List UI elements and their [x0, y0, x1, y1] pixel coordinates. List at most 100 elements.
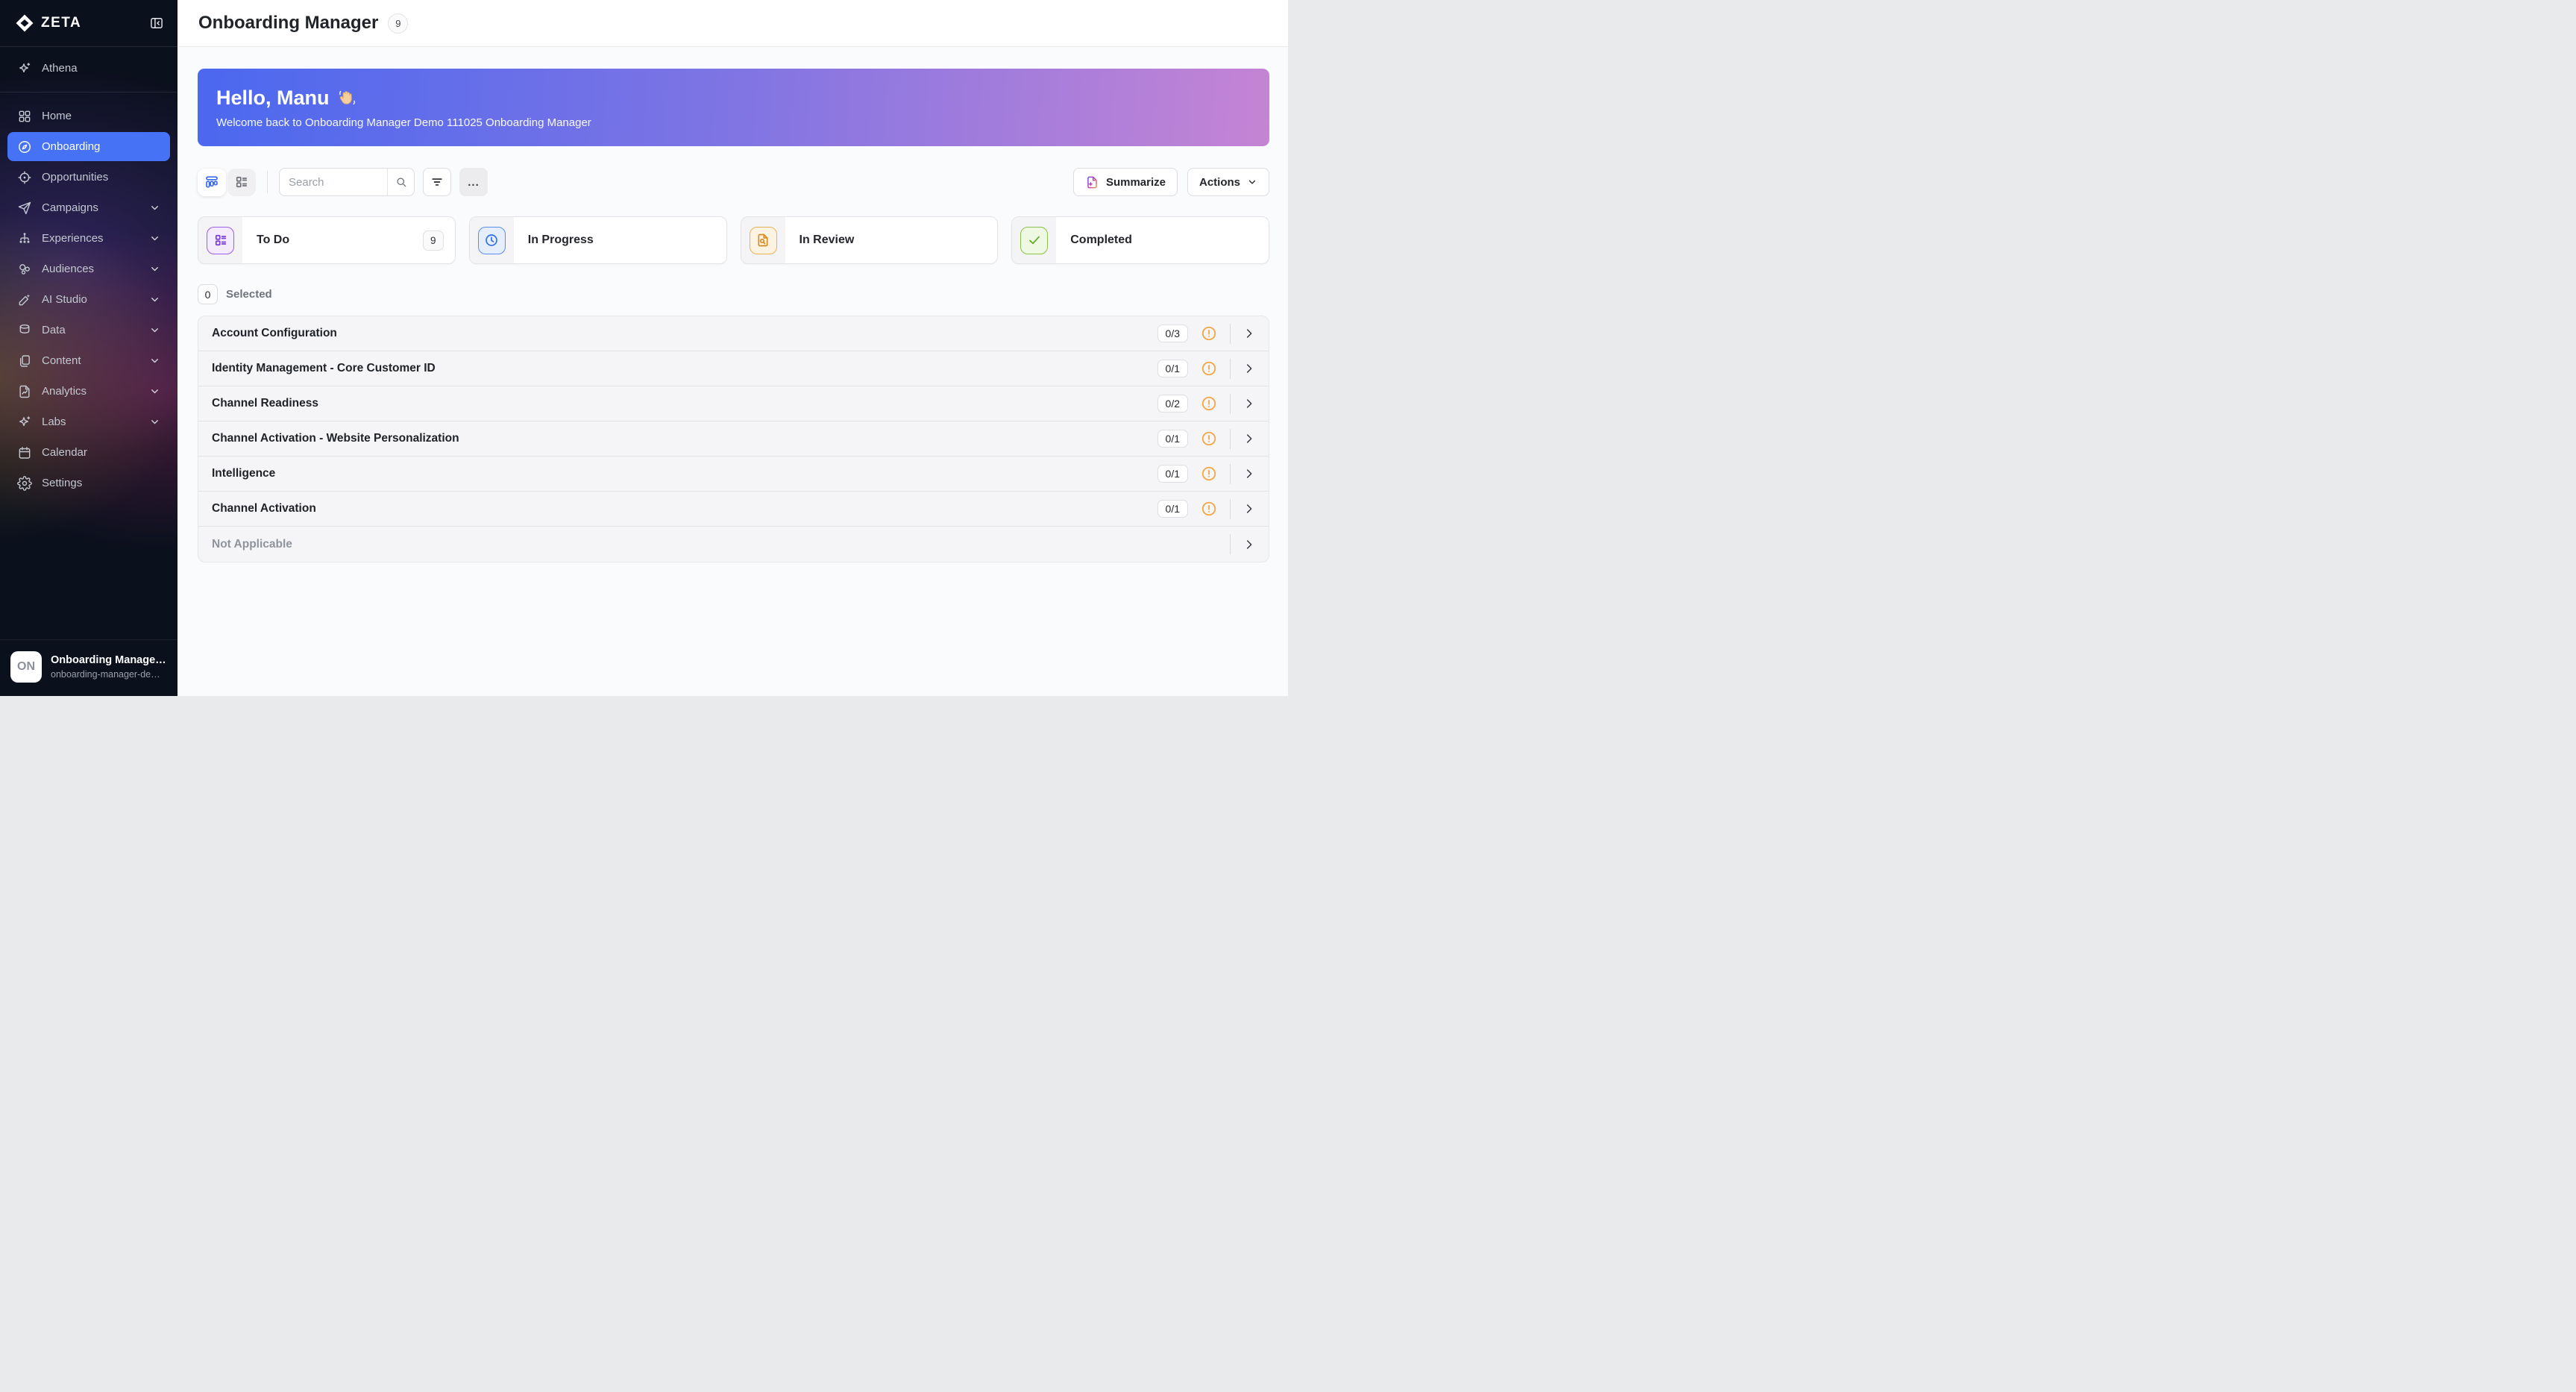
task-row-intelligence[interactable]: Intelligence 0/1 [198, 457, 1269, 492]
search-box [279, 168, 415, 196]
collapse-icon [149, 16, 164, 31]
workspace-switcher[interactable]: ON Onboarding Manager D… onboarding-mana… [0, 639, 178, 696]
task-title: Channel Activation - Website Personaliza… [212, 432, 459, 445]
status-card-in-progress[interactable]: In Progress [469, 216, 727, 264]
welcome-banner: Hello, Manu Welcome back to Onboarding M… [198, 69, 1269, 146]
check-icon [1020, 227, 1048, 254]
row-divider [1230, 464, 1231, 484]
row-divider [1230, 534, 1231, 554]
sidebar-item-opportunities[interactable]: Opportunities [7, 163, 170, 192]
audiences-icon [17, 262, 32, 277]
send-icon [17, 201, 32, 216]
athena-section: Athena [0, 47, 178, 93]
chevron-right-icon[interactable] [1243, 433, 1255, 445]
task-row-not-applicable[interactable]: Not Applicable [198, 527, 1269, 562]
selected-label: Selected [226, 288, 272, 301]
board-view-toggle[interactable] [198, 169, 226, 196]
sidebar-item-content[interactable]: Content [7, 346, 170, 375]
search-button[interactable] [387, 169, 414, 195]
status-card-to-do[interactable]: To Do9 [198, 216, 456, 264]
sidebar-item-onboarding[interactable]: Onboarding [7, 132, 170, 161]
sidebar-item-data[interactable]: Data [7, 316, 170, 345]
status-card-strip [741, 217, 785, 263]
chevron-right-icon[interactable] [1243, 539, 1255, 551]
task-row-channel-activation-website-personalization[interactable]: Channel Activation - Website Personaliza… [198, 421, 1269, 457]
summarize-label: Summarize [1106, 176, 1166, 189]
filter-button[interactable] [423, 168, 451, 196]
sitemap-icon [17, 231, 32, 246]
greeting-text: Hello, Manu [216, 87, 330, 110]
summarize-button[interactable]: Summarize [1073, 168, 1178, 196]
status-card-in-review[interactable]: In Review [741, 216, 999, 264]
status-card-label: In Progress [528, 233, 594, 247]
task-title: Channel Activation [212, 502, 316, 515]
sidebar-item-campaigns[interactable]: Campaigns [7, 193, 170, 222]
row-divider [1230, 429, 1231, 449]
task-progress-badge: 0/3 [1157, 325, 1188, 342]
sidebar-collapse-button[interactable] [148, 14, 166, 32]
chevron-right-icon[interactable] [1243, 398, 1255, 410]
task-row-actions: 0/2 [1157, 394, 1255, 414]
more-options-button[interactable]: ... [459, 168, 488, 196]
chevron-down-icon [149, 416, 160, 427]
task-row-identity-management-core-customer-id[interactable]: Identity Management - Core Customer ID 0… [198, 351, 1269, 386]
sidebar-item-calendar[interactable]: Calendar [7, 438, 170, 467]
chevron-right-icon[interactable] [1243, 468, 1255, 480]
status-card-label: To Do [257, 233, 289, 247]
analytics-icon [17, 384, 32, 399]
chevron-down-icon [149, 263, 160, 275]
warning-icon [1201, 465, 1217, 482]
actions-button[interactable]: Actions [1187, 168, 1269, 196]
list-view-toggle[interactable] [227, 169, 256, 196]
sidebar-nav: Home Onboarding OpportunitiesCampaigns Expe… [0, 93, 178, 639]
welcome-subtitle: Welcome back to Onboarding Manager Demo … [216, 116, 1251, 129]
workspace-meta: Onboarding Manager D… onboarding-manager… [51, 654, 167, 680]
sidebar-item-audiences[interactable]: Audiences [7, 254, 170, 283]
row-divider [1230, 394, 1231, 414]
compass-icon [17, 139, 32, 154]
chevron-right-icon[interactable] [1243, 363, 1255, 374]
sidebar-item-label: AI Studio [42, 293, 87, 306]
chevron-right-icon[interactable] [1243, 503, 1255, 515]
warning-icon [1201, 430, 1217, 447]
search-input[interactable] [280, 169, 387, 195]
sidebar-item-label: Experiences [42, 232, 104, 245]
warning-icon [1201, 325, 1217, 342]
chevron-right-icon[interactable] [1243, 327, 1255, 339]
status-card-strip [1012, 217, 1056, 263]
sidebar-item-home[interactable]: Home [7, 101, 170, 131]
chevron-down-icon [149, 386, 160, 397]
main-area: Onboarding Manager 9 Hello, Manu Welcome… [178, 0, 1288, 696]
sidebar-item-label: Onboarding [42, 140, 100, 153]
summarize-ai-icon [1085, 175, 1099, 189]
task-row-channel-activation[interactable]: Channel Activation 0/1 [198, 492, 1269, 527]
sidebar-item-analytics[interactable]: Analytics [7, 377, 170, 406]
task-row-channel-readiness[interactable]: Channel Readiness 0/2 [198, 386, 1269, 421]
workspace-avatar: ON [10, 651, 42, 683]
sidebar-item-athena[interactable]: Athena [7, 54, 170, 83]
sidebar-item-labs[interactable]: Labs [7, 407, 170, 436]
sidebar-item-label: Home [42, 110, 72, 122]
status-card-completed[interactable]: Completed [1011, 216, 1269, 264]
content-icon [17, 354, 32, 369]
sidebar: ZETA Athena HomeOnboardingOpportunitiesC… [0, 0, 178, 696]
page-header: Onboarding Manager 9 [178, 0, 1288, 47]
status-card-strip [470, 217, 514, 263]
actions-label: Actions [1199, 176, 1240, 189]
page-title: Onboarding Manager [198, 13, 378, 34]
task-row-account-configuration[interactable]: Account Configuration 0/3 [198, 316, 1269, 351]
brand-name: ZETA [41, 15, 81, 31]
zeta-logo-icon [15, 13, 34, 33]
warning-icon [1201, 360, 1217, 377]
workspace-slug: onboarding-manager-demo-… [51, 669, 167, 680]
task-title: Not Applicable [212, 538, 292, 551]
task-title: Intelligence [212, 467, 275, 480]
toolbar: ... Summarize Actions [198, 168, 1269, 196]
welcome-greeting: Hello, Manu [216, 87, 1251, 110]
sidebar-item-ai-studio[interactable]: AI Studio [7, 285, 170, 314]
warning-icon [1201, 395, 1217, 412]
target-icon [17, 170, 32, 185]
sidebar-item-settings[interactable]: Settings [7, 468, 170, 498]
task-progress-badge: 0/2 [1157, 395, 1188, 413]
sidebar-item-experiences[interactable]: Experiences [7, 224, 170, 253]
